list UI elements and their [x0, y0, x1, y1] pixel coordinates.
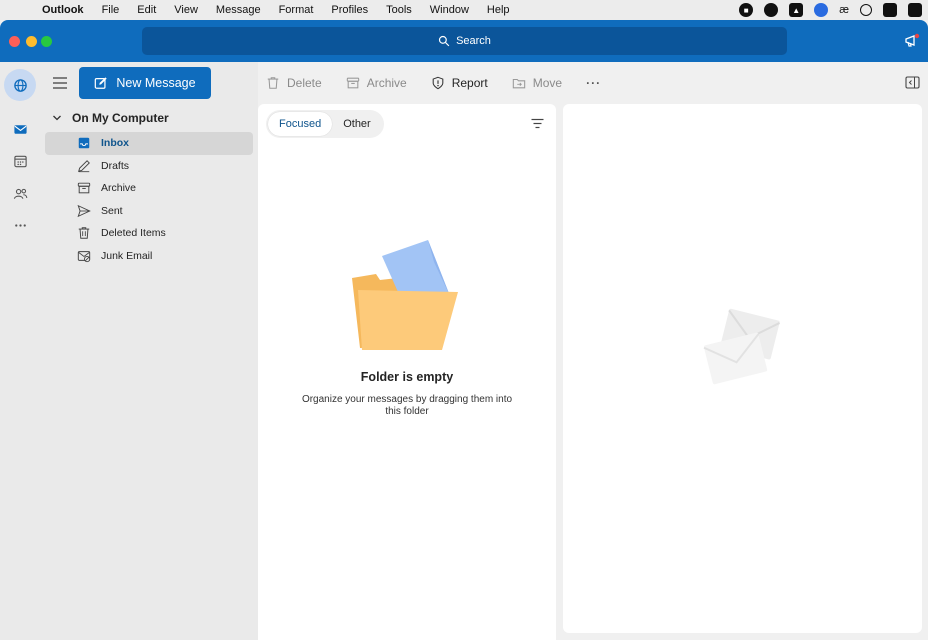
more-horizontal-icon — [14, 223, 26, 227]
collapse-reading-pane-icon[interactable] — [905, 76, 920, 89]
menu-view[interactable]: View — [165, 4, 207, 16]
feedback-megaphone-icon[interactable] — [904, 33, 920, 49]
report-label: Report — [451, 76, 488, 90]
globe-icon — [13, 78, 27, 92]
archive-icon — [346, 77, 359, 89]
drive-icon[interactable]: ▲ — [789, 3, 804, 17]
zoom-window-button[interactable] — [41, 36, 52, 47]
command-bar: Delete Archive Report Move ··· — [258, 62, 928, 104]
calendar-icon — [13, 155, 27, 167]
more-actions-button[interactable]: ··· — [574, 76, 613, 90]
folder-junk-email[interactable]: Junk Email — [45, 245, 253, 268]
folder-list: Inbox Drafts Archive Sent Deleted Items … — [45, 132, 253, 267]
move-button[interactable]: Move — [500, 76, 574, 90]
menu-bar: Outlook File Edit View Message Format Pr… — [0, 0, 928, 20]
message-list: Focused Other Folder is empty Organize y… — [258, 104, 556, 640]
folder-pane: New Message On My Computer Inbox Drafts … — [40, 62, 258, 640]
tab-focused[interactable]: Focused — [268, 112, 333, 136]
folder-deleted-items[interactable]: Deleted Items — [45, 222, 253, 245]
close-window-button[interactable] — [9, 36, 20, 47]
folder-archive[interactable]: Archive — [45, 177, 253, 200]
search-label: Search — [456, 35, 491, 47]
menu-format[interactable]: Format — [270, 4, 323, 16]
menu-file[interactable]: File — [93, 4, 129, 16]
report-button[interactable]: Report — [419, 76, 500, 90]
empty-title: Folder is empty — [360, 370, 454, 384]
folder-label: Junk Email — [101, 249, 153, 262]
badge-icon[interactable] — [764, 3, 779, 17]
zoom-icon[interactable] — [814, 3, 829, 17]
search-icon — [438, 35, 450, 47]
menu-profiles[interactable]: Profiles — [322, 4, 377, 16]
junk-icon — [77, 250, 91, 262]
folder-label: Archive — [101, 182, 137, 195]
search-bar[interactable]: Search — [142, 27, 787, 55]
hamburger-menu-icon[interactable] — [52, 76, 68, 90]
app-icon[interactable] — [883, 3, 897, 17]
rail-accounts[interactable] — [4, 69, 36, 101]
drafts-icon — [78, 159, 90, 172]
mail-icon — [13, 124, 27, 134]
archive-label: Archive — [366, 76, 407, 90]
ae-icon[interactable]: æ — [839, 3, 849, 17]
app-icon-2[interactable] — [908, 3, 922, 17]
move-folder-icon — [512, 78, 525, 89]
rail-calendar[interactable] — [4, 145, 36, 177]
folder-label: Deleted Items — [101, 227, 166, 240]
record-icon[interactable]: ■ — [739, 3, 754, 17]
menu-message[interactable]: Message — [207, 4, 270, 16]
tab-other[interactable]: Other — [332, 112, 382, 136]
empty-subtitle: Organize your messages by dragging them … — [301, 394, 513, 417]
delete-label: Delete — [287, 76, 322, 90]
compose-icon — [95, 77, 108, 89]
menu-help[interactable]: Help — [478, 4, 519, 16]
folder-label: Drafts — [101, 159, 130, 172]
folder-drafts[interactable]: Drafts — [45, 155, 253, 178]
trash-icon — [78, 227, 90, 239]
chevron-down-icon — [53, 115, 61, 121]
menu-app-name[interactable]: Outlook — [40, 4, 93, 16]
menu-tools[interactable]: Tools — [377, 4, 421, 16]
title-bar: Search — [0, 20, 928, 62]
status-area: ■ ▲ æ — [739, 0, 928, 20]
sent-icon — [77, 204, 91, 217]
new-message-button[interactable]: New Message — [79, 67, 211, 99]
delete-button[interactable]: Delete — [258, 76, 334, 90]
move-label: Move — [532, 76, 563, 90]
rail-mail[interactable] — [4, 113, 36, 145]
folder-inbox[interactable]: Inbox — [45, 132, 253, 155]
empty-folder-illustration — [352, 240, 458, 350]
archive-icon — [77, 182, 91, 194]
play-icon[interactable] — [860, 4, 872, 16]
account-header[interactable]: On My Computer — [52, 111, 169, 125]
envelopes-illustration — [703, 308, 780, 385]
reading-pane — [563, 104, 922, 633]
archive-button[interactable]: Archive — [334, 76, 419, 90]
focused-other-pivot: Focused Other — [266, 110, 384, 138]
trash-icon — [267, 77, 279, 89]
app-rail — [0, 62, 40, 640]
folder-label: Sent — [101, 204, 123, 217]
menu-window[interactable]: Window — [421, 4, 478, 16]
new-message-label: New Message — [116, 76, 196, 90]
folder-sent[interactable]: Sent — [45, 200, 253, 223]
rail-more[interactable] — [4, 209, 36, 241]
shield-icon — [432, 76, 444, 90]
more-label: ··· — [586, 76, 602, 90]
rail-people[interactable] — [4, 177, 36, 209]
filter-icon[interactable] — [531, 118, 544, 129]
minimize-window-button[interactable] — [26, 36, 37, 47]
inbox-icon — [78, 138, 90, 149]
people-icon — [13, 188, 27, 199]
folder-label: Inbox — [101, 137, 129, 150]
menu-edit[interactable]: Edit — [128, 4, 165, 16]
account-label: On My Computer — [72, 111, 169, 125]
